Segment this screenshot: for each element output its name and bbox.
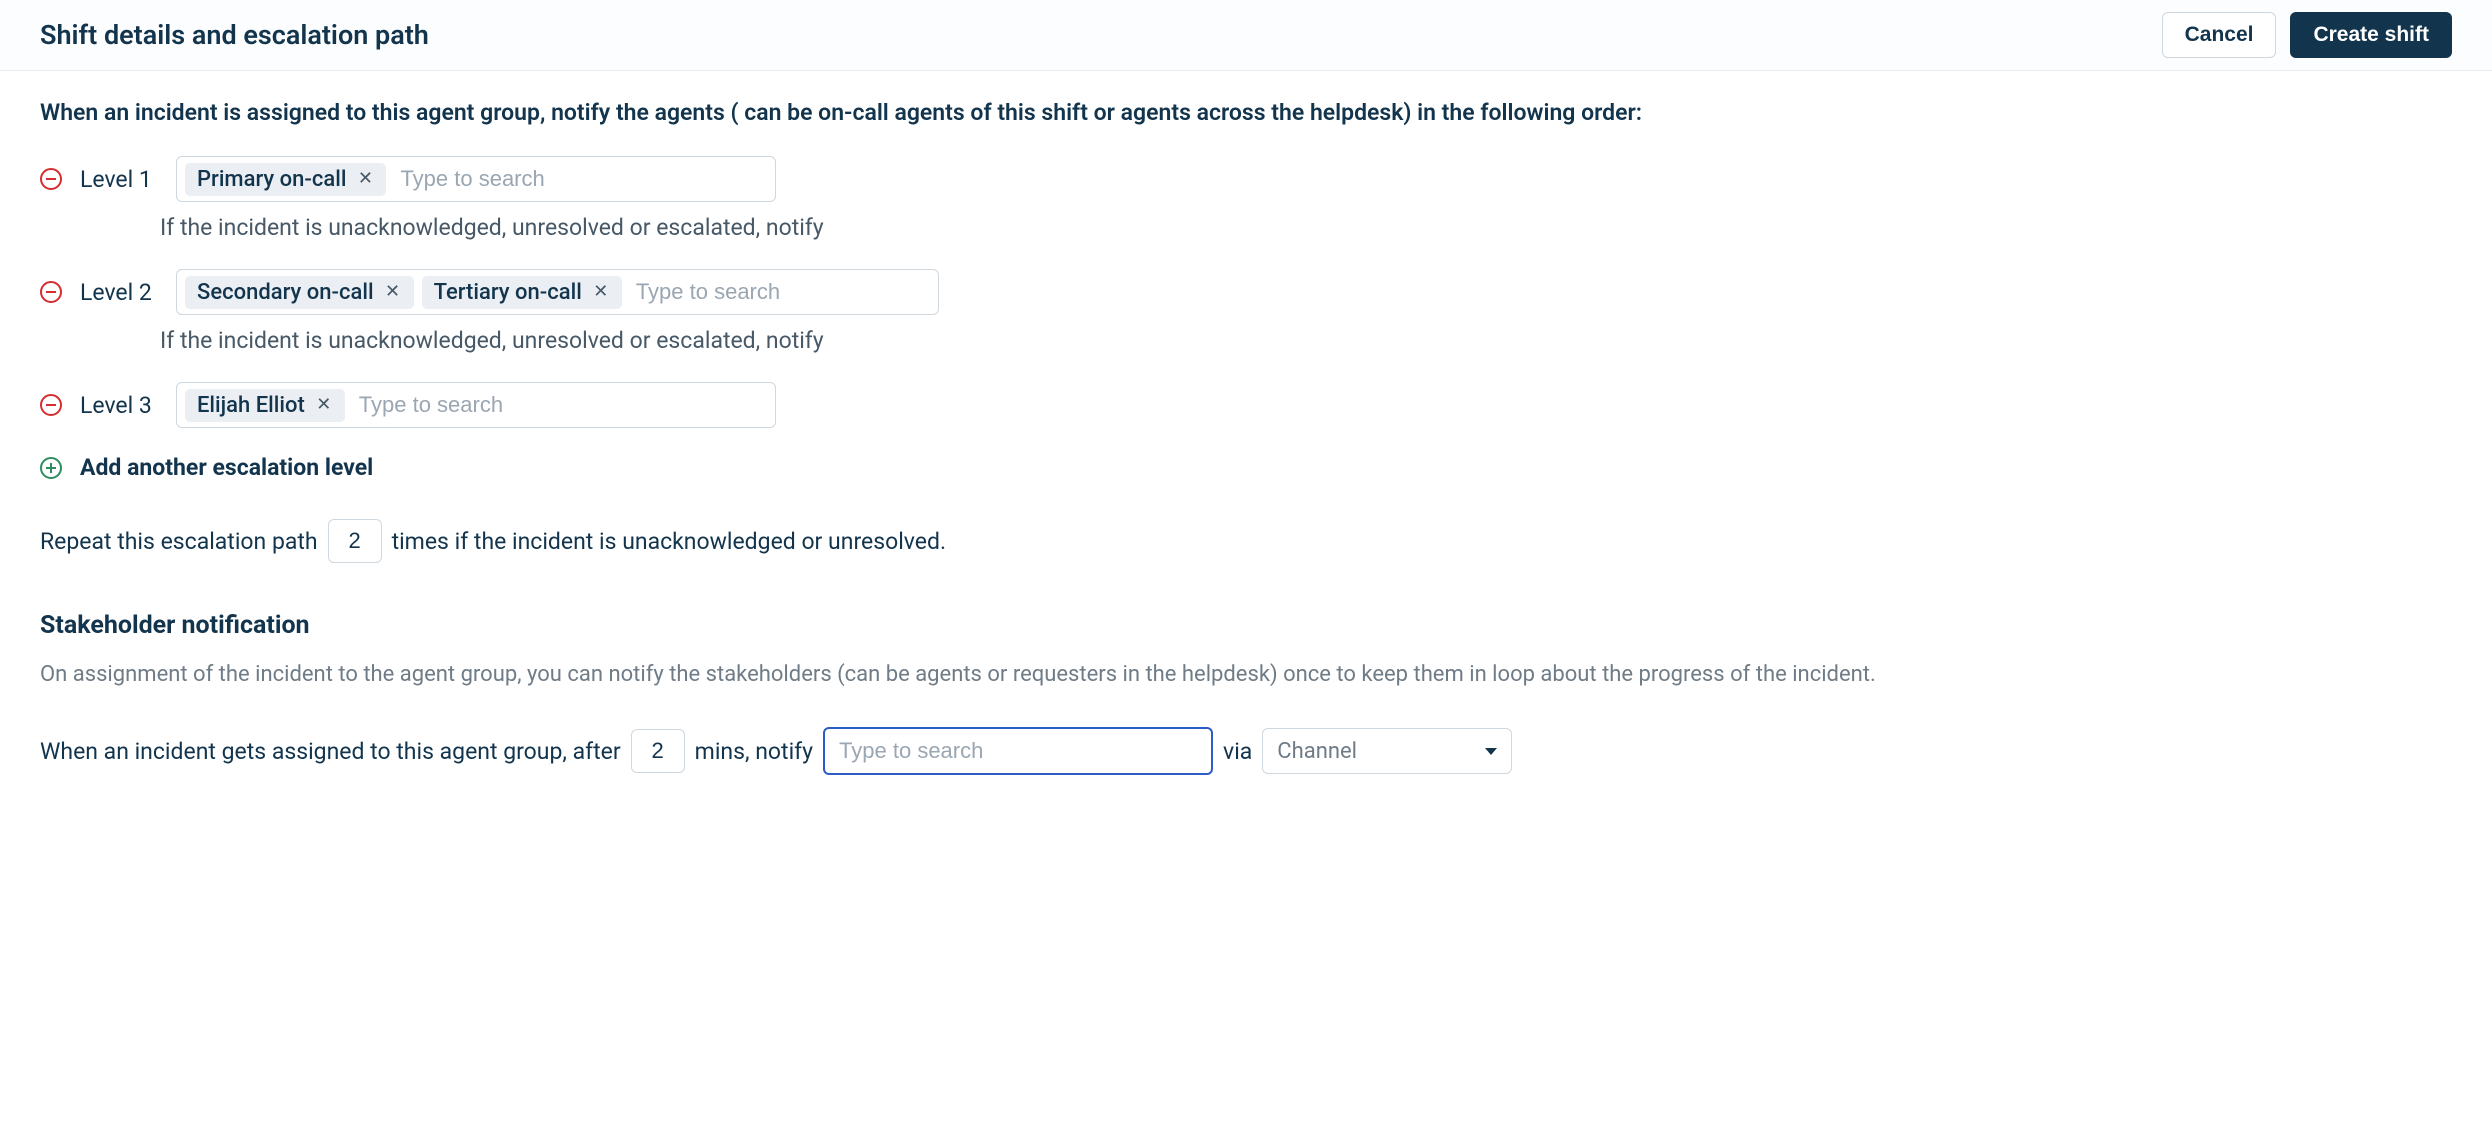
escalation-level: Level 1 Primary on-call ✕ If the incident i… <box>40 156 2452 241</box>
escalation-level-row: Level 1 Primary on-call ✕ <box>40 156 2452 202</box>
agent-tag: Elijah Elliot ✕ <box>185 389 345 422</box>
stakeholder-agents-input[interactable] <box>823 727 1213 775</box>
add-escalation-level-button[interactable]: Add another escalation level <box>40 454 2452 481</box>
remove-tag-icon[interactable]: ✕ <box>384 283 402 301</box>
agent-tag-label: Tertiary on-call <box>434 280 582 305</box>
level-label: Level 1 <box>80 166 158 193</box>
chevron-down-icon <box>1485 748 1497 755</box>
escalation-level-row: Level 3 Elijah Elliot ✕ <box>40 382 2452 428</box>
repeat-escalation-line: Repeat this escalation path times if the… <box>40 519 2452 563</box>
remove-tag-icon[interactable]: ✕ <box>315 396 333 414</box>
stakeholder-config-line: When an incident gets assigned to this a… <box>40 727 2452 775</box>
page-title: Shift details and escalation path <box>40 19 429 51</box>
escalation-level: Level 3 Elijah Elliot ✕ <box>40 382 2452 428</box>
agent-tag: Secondary on-call ✕ <box>185 276 414 309</box>
level-agents-input[interactable]: Primary on-call ✕ <box>176 156 776 202</box>
level-label: Level 3 <box>80 392 158 419</box>
stakeholder-heading: Stakeholder notification <box>40 611 2452 640</box>
remove-level-icon[interactable] <box>40 168 62 190</box>
remove-tag-icon[interactable]: ✕ <box>356 170 374 188</box>
repeat-suffix-text: times if the incident is unacknowledged … <box>392 528 946 555</box>
escalation-hint-text: If the incident is unacknowledged, unres… <box>160 214 2452 241</box>
remove-tag-icon[interactable]: ✕ <box>592 283 610 301</box>
stakeholder-mins-notify-text: mins, notify <box>695 738 813 765</box>
agent-tag-label: Primary on-call <box>197 167 346 192</box>
content-area: When an incident is assigned to this age… <box>0 71 2492 815</box>
page-header: Shift details and escalation path Cancel… <box>0 0 2492 71</box>
channel-select-placeholder: Channel <box>1277 739 1357 764</box>
stakeholder-via-text: via <box>1223 738 1252 765</box>
cancel-button[interactable]: Cancel <box>2162 12 2277 58</box>
level-label: Level 2 <box>80 279 158 306</box>
header-actions: Cancel Create shift <box>2162 12 2452 58</box>
agent-tag-label: Elijah Elliot <box>197 393 305 418</box>
plus-icon <box>40 457 62 479</box>
level-agents-input[interactable]: Secondary on-call ✕ Tertiary on-call ✕ <box>176 269 939 315</box>
agent-tag: Tertiary on-call ✕ <box>422 276 622 309</box>
level-agents-input[interactable]: Elijah Elliot ✕ <box>176 382 776 428</box>
escalation-level: Level 2Secondary on-call✕Tertiary on-cal… <box>40 269 2452 354</box>
channel-select[interactable]: Channel <box>1262 728 1512 774</box>
add-escalation-level-label: Add another escalation level <box>80 454 373 481</box>
stakeholder-search-input[interactable] <box>833 734 1203 768</box>
level-search-input[interactable] <box>630 275 930 309</box>
remove-level-icon[interactable] <box>40 394 62 416</box>
agent-tag-label: Secondary on-call <box>197 280 374 305</box>
escalation-levels: Level 1 Primary on-call ✕ If the incident i… <box>40 156 2452 428</box>
stakeholder-description: On assignment of the incident to the age… <box>40 658 2452 691</box>
escalation-level-row: Level 2Secondary on-call✕Tertiary on-cal… <box>40 269 2452 315</box>
level-search-input[interactable] <box>394 162 767 196</box>
agent-tag: Primary on-call ✕ <box>185 163 386 196</box>
create-shift-button[interactable]: Create shift <box>2290 12 2452 58</box>
repeat-count-input[interactable] <box>328 519 382 563</box>
repeat-prefix-text: Repeat this escalation path <box>40 528 318 555</box>
stakeholder-minutes-input[interactable] <box>631 729 685 773</box>
level-search-input[interactable] <box>353 388 767 422</box>
stakeholder-prefix-text: When an incident gets assigned to this a… <box>40 738 621 765</box>
escalation-intro-text: When an incident is assigned to this age… <box>40 99 2452 126</box>
remove-level-icon[interactable] <box>40 281 62 303</box>
escalation-hint-text: If the incident is unacknowledged, unres… <box>160 327 2452 354</box>
